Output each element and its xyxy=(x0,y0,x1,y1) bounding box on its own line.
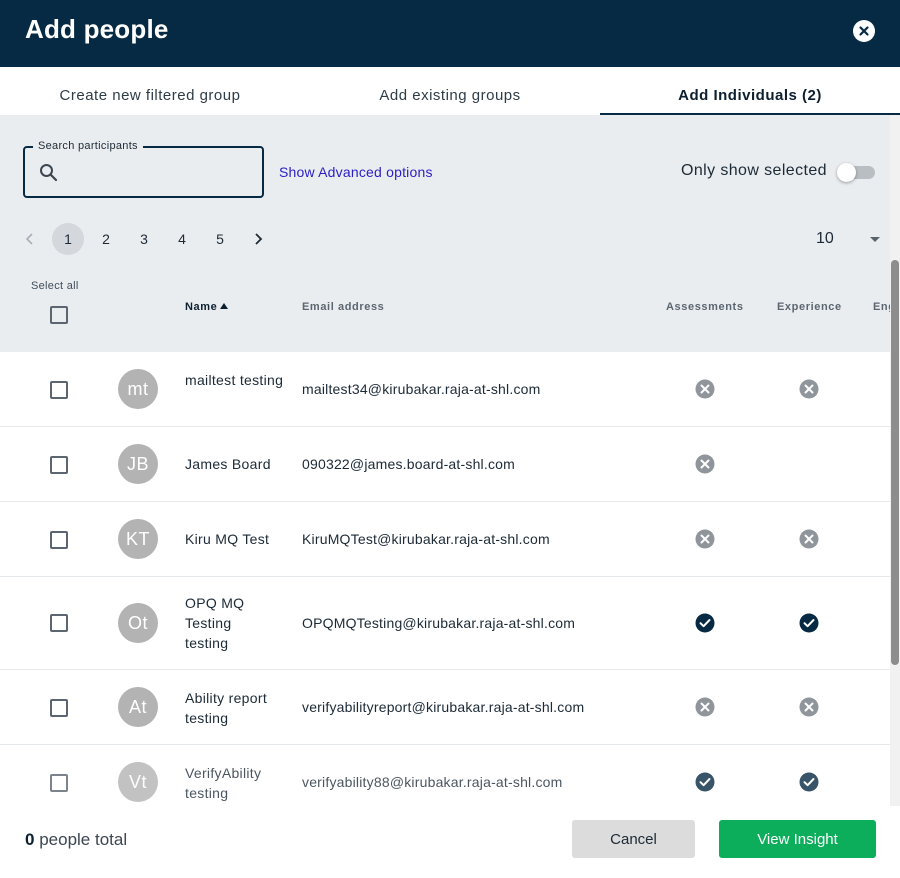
chevron-left-icon xyxy=(25,233,33,245)
avatar: KT xyxy=(118,519,158,559)
page-size-value: 10 xyxy=(816,230,834,247)
controls-panel: Search participants Show Advanced option… xyxy=(0,115,895,352)
table-row[interactable]: JB James Board 090322@james.board-at-shl… xyxy=(0,427,890,502)
cancel-button[interactable]: Cancel xyxy=(572,820,695,858)
page-button-3[interactable]: 3 xyxy=(128,223,160,255)
status-cross-icon xyxy=(695,697,715,717)
row-email: mailtest34@kirubakar.raja-at-shl.com xyxy=(302,381,541,397)
row-checkbox[interactable] xyxy=(50,699,68,717)
row-email: verifyabilityreport@kirubakar.raja-at-sh… xyxy=(302,699,585,715)
row-checkbox[interactable] xyxy=(50,774,68,792)
row-name: Ability report testing xyxy=(185,690,268,726)
show-advanced-options-link[interactable]: Show Advanced options xyxy=(279,164,433,180)
chevron-right-icon xyxy=(255,233,263,245)
close-icon xyxy=(859,26,869,36)
scrollbar-thumb[interactable] xyxy=(891,260,899,665)
row-checkbox[interactable] xyxy=(50,531,68,549)
row-email: verifyability88@kirubakar.raja-at-shl.co… xyxy=(302,774,563,790)
column-header-email: Email address xyxy=(302,301,385,313)
select-all-checkbox[interactable] xyxy=(50,306,68,324)
search-label: Search participants xyxy=(33,140,143,152)
status-check-icon xyxy=(695,772,715,792)
status-cross-icon xyxy=(695,529,715,549)
vertical-scrollbar[interactable] xyxy=(890,115,900,806)
tab-create-filtered-group[interactable]: Create new filtered group xyxy=(0,67,300,115)
toggle-knob xyxy=(837,163,856,182)
avatar: JB xyxy=(118,444,158,484)
tab-add-existing-groups[interactable]: Add existing groups xyxy=(300,67,600,115)
tab-bar: Create new filtered group Add existing g… xyxy=(0,67,900,115)
close-button[interactable] xyxy=(853,20,875,42)
row-checkbox[interactable] xyxy=(50,614,68,632)
prev-page-button[interactable] xyxy=(14,223,46,255)
page-size-select[interactable]: 10 xyxy=(816,223,886,255)
sort-ascending-icon xyxy=(220,303,229,309)
status-cross-icon xyxy=(695,454,715,474)
people-total: 0 people total xyxy=(25,830,127,850)
avatar: mt xyxy=(118,369,158,409)
page-button-2[interactable]: 2 xyxy=(90,223,122,255)
status-check-icon xyxy=(799,613,819,633)
select-all-label: Select all xyxy=(31,280,79,292)
avatar: Ot xyxy=(118,603,158,643)
people-total-label: people total xyxy=(39,830,128,849)
dialog-header: Add people xyxy=(0,0,900,67)
search-icon xyxy=(40,164,58,182)
status-check-icon xyxy=(695,613,715,633)
participants-table: mt mailtest testing mailtest34@kirubakar… xyxy=(0,352,890,806)
only-show-selected-label: Only show selected xyxy=(681,162,827,179)
row-email: KiruMQTest@kirubakar.raja-at-shl.com xyxy=(302,531,550,547)
dialog-title: Add people xyxy=(25,14,169,44)
people-total-count: 0 xyxy=(25,830,35,849)
next-page-button[interactable] xyxy=(242,223,274,255)
caret-down-icon xyxy=(870,237,880,242)
tab-add-individuals[interactable]: Add Individuals (2) xyxy=(600,67,900,115)
status-cross-icon xyxy=(799,529,819,549)
table-row[interactable]: KT Kiru MQ Test KiruMQTest@kirubakar.raj… xyxy=(0,502,890,577)
page-button-1[interactable]: 1 xyxy=(52,223,84,255)
avatar: Vt xyxy=(118,762,158,802)
row-name: VerifyAbility testing xyxy=(185,765,262,801)
table-row[interactable]: Vt VerifyAbility testing verifyability88… xyxy=(0,745,890,806)
avatar: At xyxy=(118,687,158,727)
status-cross-icon xyxy=(695,379,715,399)
row-email: 090322@james.board-at-shl.com xyxy=(302,456,516,472)
status-cross-icon xyxy=(799,379,819,399)
search-field[interactable]: Search participants xyxy=(23,140,264,198)
only-show-selected-toggle[interactable] xyxy=(837,163,875,182)
row-name: Kiru MQ Test xyxy=(185,531,270,547)
table-row[interactable]: Ot OPQ MQ Testing testing OPQMQTesting@k… xyxy=(0,577,890,670)
row-name: James Board xyxy=(185,456,271,472)
column-header-assessments: Assessments xyxy=(666,301,744,313)
table-row[interactable]: mt mailtest testing mailtest34@kirubakar… xyxy=(0,352,890,427)
status-check-icon xyxy=(799,772,819,792)
row-name: OPQ MQ Testing testing xyxy=(185,595,245,651)
row-email: OPQMQTesting@kirubakar.raja-at-shl.com xyxy=(302,615,576,631)
column-header-name-label: Name xyxy=(185,301,218,313)
table-row[interactable]: At Ability report testing verifyabilityr… xyxy=(0,670,890,745)
status-cross-icon xyxy=(799,697,819,717)
page-button-4[interactable]: 4 xyxy=(166,223,198,255)
row-checkbox[interactable] xyxy=(50,381,68,399)
column-header-name[interactable]: Name xyxy=(185,301,229,313)
row-name: mailtest testing xyxy=(185,372,284,388)
dialog-footer: 0 people total Cancel View Insight xyxy=(0,806,900,878)
search-input[interactable] xyxy=(69,158,254,186)
page-button-5[interactable]: 5 xyxy=(204,223,236,255)
view-insight-button[interactable]: View Insight xyxy=(719,820,876,858)
row-checkbox[interactable] xyxy=(50,456,68,474)
column-header-experience: Experience xyxy=(777,301,842,313)
